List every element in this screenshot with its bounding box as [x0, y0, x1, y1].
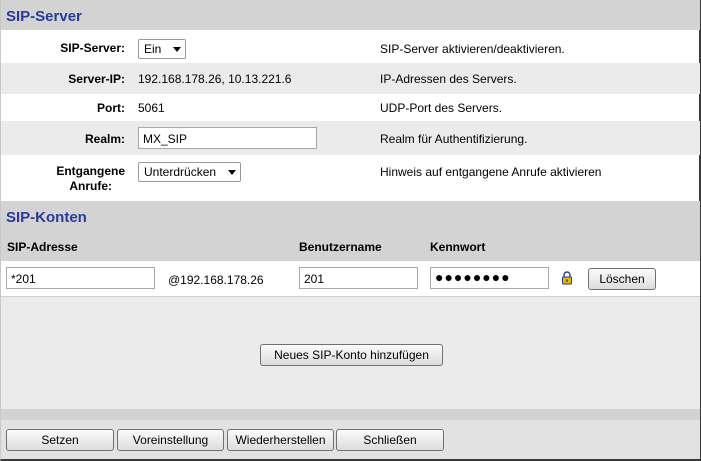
- missed-calls-select[interactable]: Unterdrücken: [138, 162, 241, 182]
- sip-address-value: *201: [11, 272, 36, 286]
- username-input[interactable]: 201: [299, 267, 418, 289]
- sip-server-section-title: SIP-Server: [6, 8, 82, 25]
- set-button[interactable]: Setzen: [6, 429, 114, 451]
- missed-calls-desc: Hinweis auf entgangene Anrufe aktivieren: [380, 165, 602, 179]
- password-mask: ●●●●●●●●: [435, 269, 511, 285]
- col-header-sip-address: SIP-Adresse: [7, 240, 78, 254]
- server-ip-row: Server-IP: 192.168.178.26, 10.13.221.6 I…: [1, 63, 700, 94]
- server-ip-value: 192.168.178.26, 10.13.221.6: [138, 72, 292, 86]
- password-input[interactable]: ●●●●●●●●: [430, 267, 549, 289]
- realm-row: Realm: MX_SIP Realm für Authentifizierun…: [1, 121, 700, 155]
- missed-calls-label-line1: Entgangene: [56, 164, 125, 178]
- default-button[interactable]: Voreinstellung: [117, 429, 224, 451]
- missed-calls-value: Unterdrücken: [144, 165, 217, 179]
- add-sip-account-button[interactable]: Neues SIP-Konto hinzufügen: [260, 344, 443, 366]
- sip-server-enable-value: Ein: [144, 42, 162, 56]
- restore-button[interactable]: Wiederherstellen: [227, 429, 334, 451]
- port-label: Port:: [97, 101, 125, 115]
- missed-calls-label-line2: Anrufe:: [69, 179, 112, 193]
- sip-server-enable-desc: SIP-Server aktivieren/deaktivieren.: [380, 42, 565, 56]
- realm-label: Realm:: [84, 132, 125, 146]
- footer-bar: Setzen Voreinstellung Wiederherstellen S…: [1, 409, 700, 459]
- col-header-username: Benutzername: [299, 240, 382, 254]
- server-ip-desc: IP-Adressen des Servers.: [380, 72, 517, 86]
- port-desc: UDP-Port des Servers.: [380, 101, 503, 115]
- realm-value: MX_SIP: [143, 132, 188, 146]
- table-row: *201 @192.168.178.26 201 ●●●●●●●● Lösche…: [1, 261, 700, 296]
- chevron-down-icon: [173, 47, 181, 52]
- server-ip-label: Server-IP:: [68, 72, 125, 86]
- sip-accounts-section-title: SIP-Konten: [6, 209, 87, 226]
- port-row: Port: 5061 UDP-Port des Servers.: [1, 94, 700, 121]
- col-header-password: Kennwort: [430, 240, 486, 254]
- sip-server-enable-label: SIP-Server:: [60, 41, 125, 55]
- port-value: 5061: [138, 101, 165, 115]
- dialog-frame: SIP-Server SIP-Server: Ein SIP-Server ak…: [0, 0, 701, 461]
- missed-calls-row: Entgangene Anrufe: Unterdrücken Hinweis …: [1, 155, 700, 200]
- username-value: 201: [304, 272, 325, 286]
- delete-account-button[interactable]: Löschen: [588, 268, 656, 290]
- sip-address-input[interactable]: *201: [6, 267, 155, 289]
- realm-input[interactable]: MX_SIP: [138, 127, 317, 149]
- sip-server-enable-select[interactable]: Ein: [138, 39, 186, 59]
- lock-icon[interactable]: [561, 271, 573, 285]
- missed-calls-label: Entgangene Anrufe:: [56, 164, 125, 194]
- sip-server-section-header: SIP-Server: [1, 0, 700, 30]
- accounts-add-area: Neues SIP-Konto hinzufügen: [1, 296, 700, 409]
- close-button[interactable]: Schließen: [336, 429, 444, 451]
- chevron-down-icon: [228, 170, 236, 175]
- realm-desc: Realm für Authentifizierung.: [380, 132, 528, 146]
- sip-domain-text: @192.168.178.26: [168, 273, 264, 287]
- sip-server-enable-row: SIP-Server: Ein SIP-Server aktivieren/de…: [1, 33, 700, 63]
